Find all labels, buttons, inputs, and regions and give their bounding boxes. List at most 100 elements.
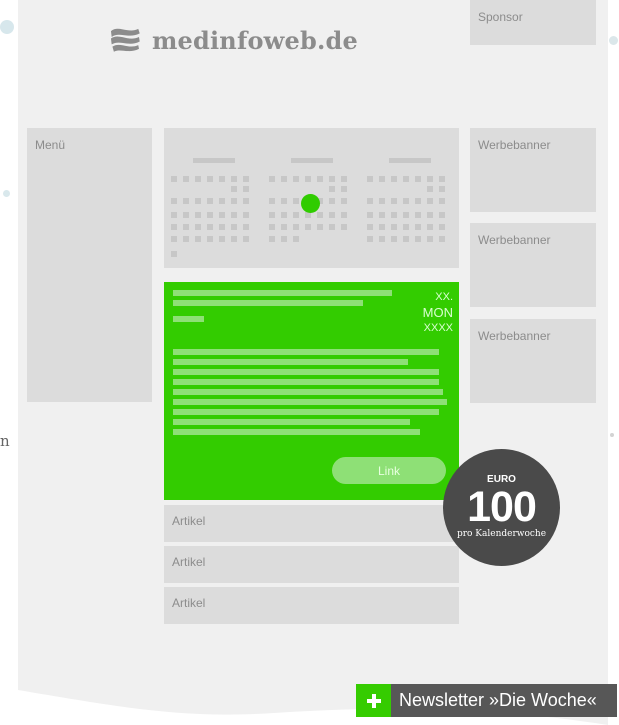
- calendar-day-cell: [195, 176, 201, 182]
- banner-label: Werbebanner: [478, 329, 551, 343]
- sponsor-label: Sponsor: [478, 10, 523, 24]
- article-item[interactable]: Artikel: [164, 587, 459, 624]
- price-value: 100: [467, 482, 537, 531]
- calendar-day-cell: [171, 251, 177, 257]
- calendar-day-cell: [329, 186, 335, 192]
- ad-body-line: [173, 349, 439, 355]
- ad-banner[interactable]: Werbebanner: [470, 223, 596, 307]
- calendar-day-cell: [243, 186, 249, 192]
- calendar-day-cell: [183, 176, 189, 182]
- price-unit: pro Kalenderwoche: [456, 528, 547, 539]
- calendar-day-cell: [439, 186, 445, 192]
- calendar-day-cell: [403, 224, 409, 230]
- newsletter-button[interactable]: Newsletter »Die Woche«: [356, 684, 617, 717]
- calendar-day-cell: [329, 198, 335, 204]
- calendar-day-cell: [195, 212, 201, 218]
- calendar-day-cell: [379, 236, 385, 242]
- calendar-day-cell: [207, 236, 213, 242]
- calendar-selected-day[interactable]: [301, 194, 320, 213]
- calendar-day-cell: [317, 176, 323, 182]
- calendar-day-cell: [439, 212, 445, 218]
- price-badge: EURO 100 pro Kalenderwoche: [443, 449, 560, 566]
- calendar-day-cell: [391, 176, 397, 182]
- calendar-day-cell: [329, 224, 335, 230]
- calendar-day-cell: [183, 236, 189, 242]
- calendar-day-cell: [231, 212, 237, 218]
- calendar-day-cell: [293, 176, 299, 182]
- calendar-day-cell: [207, 224, 213, 230]
- calendar-day-cell: [305, 176, 311, 182]
- calendar-day-cell: [171, 236, 177, 242]
- menu-label: Menü: [35, 138, 66, 152]
- calendar-day-cell: [293, 198, 299, 204]
- calendar-day-cell: [293, 224, 299, 230]
- calendar-day-cell: [439, 224, 445, 230]
- calendar-day-cell: [439, 236, 445, 242]
- calendar-day-cell: [317, 212, 323, 218]
- ad-body-line: [173, 389, 443, 395]
- sponsor-slot[interactable]: Sponsor: [470, 0, 596, 45]
- decorative-dot: [609, 36, 618, 45]
- calendar-month-header: [193, 158, 235, 163]
- site-logo[interactable]: medinfoweb.de: [108, 17, 358, 63]
- logo-text: medinfoweb.de: [151, 25, 358, 55]
- ad-body-line: [173, 409, 439, 415]
- calendar-day-cell: [439, 198, 445, 204]
- calendar-day-cell: [391, 212, 397, 218]
- ad-body-line: [173, 429, 420, 435]
- calendar-day-cell: [183, 224, 189, 230]
- calendar-day-cell: [281, 176, 287, 182]
- calendar-day-cell: [195, 198, 201, 204]
- featured-ad-placeholder[interactable]: XX. MON XXXX Link: [164, 282, 459, 500]
- ad-body-line: [173, 419, 410, 425]
- calendar-day-cell: [415, 224, 421, 230]
- calendar-day-cell: [171, 212, 177, 218]
- calendar-day-cell: [391, 198, 397, 204]
- calendar-day-cell: [195, 224, 201, 230]
- calendar-day-cell: [183, 212, 189, 218]
- plus-icon: [356, 684, 391, 717]
- banner-label: Werbebanner: [478, 138, 551, 152]
- calendar-day-cell: [269, 224, 275, 230]
- ad-banner[interactable]: Werbebanner: [470, 128, 596, 212]
- ad-banner[interactable]: Werbebanner: [470, 319, 596, 403]
- calendar-day-cell: [219, 224, 225, 230]
- article-item[interactable]: Artikel: [164, 546, 459, 583]
- calendar-day-cell: [341, 212, 347, 218]
- calendar-day-cell: [379, 224, 385, 230]
- calendar-day-cell: [379, 176, 385, 182]
- ad-date-month: MON: [422, 305, 453, 320]
- calendar-day-cell: [171, 198, 177, 204]
- calendar-day-cell: [207, 198, 213, 204]
- calendar-day-cell: [243, 224, 249, 230]
- ad-title-line: [173, 290, 392, 296]
- calendar-day-cell: [269, 212, 275, 218]
- calendar-day-cell: [341, 198, 347, 204]
- calendar-day-cell: [391, 224, 397, 230]
- article-item[interactable]: Artikel: [164, 505, 459, 542]
- calendar-day-cell: [269, 176, 275, 182]
- calendar-day-cell: [439, 176, 445, 182]
- calendar-month-header: [291, 158, 333, 163]
- calendar-day-cell: [293, 212, 299, 218]
- menu-panel[interactable]: Menü: [27, 128, 152, 402]
- ad-date: XX. MON XXXX: [413, 290, 453, 336]
- calendar-day-cell: [281, 198, 287, 204]
- newsletter-label: Newsletter »Die Woche«: [399, 690, 597, 710]
- ad-link-button[interactable]: Link: [332, 457, 446, 484]
- calendar-day-cell: [231, 224, 237, 230]
- calendar-day-cell: [183, 198, 189, 204]
- wave-logo-icon: [110, 28, 140, 52]
- calendar-widget[interactable]: [164, 128, 459, 268]
- calendar-day-cell: [341, 176, 347, 182]
- ad-body-line: [173, 359, 408, 365]
- ad-date-day: XX.: [435, 291, 453, 303]
- calendar-day-cell: [341, 186, 347, 192]
- calendar-day-cell: [207, 212, 213, 218]
- calendar-day-cell: [231, 198, 237, 204]
- calendar-day-cell: [219, 176, 225, 182]
- plus-icon-shape: [366, 693, 381, 708]
- calendar-day-cell: [367, 224, 373, 230]
- calendar-day-cell: [219, 212, 225, 218]
- calendar-day-cell: [269, 236, 275, 242]
